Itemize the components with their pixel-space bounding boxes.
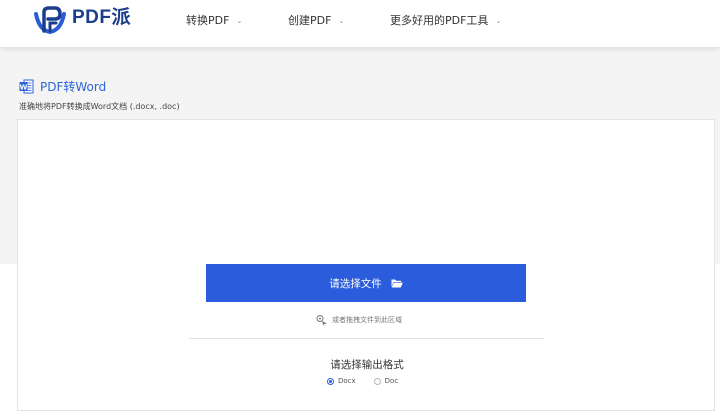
top-header: PDF派 转换PDF ⌄ 创建PDF ⌄ 更多好用的PDF工具 ⌄ xyxy=(0,0,720,47)
nav-create-pdf[interactable]: 创建PDF ⌄ xyxy=(288,12,344,28)
drag-drop-hint: 或者拖拽文件到此区域 xyxy=(316,314,402,326)
pdfpai-logo-icon xyxy=(34,6,66,35)
drag-hand-icon xyxy=(316,315,327,326)
output-format-title: 请选择输出格式 xyxy=(330,359,404,371)
nav-more-tools[interactable]: 更多好用的PDF工具 ⌄ xyxy=(390,12,501,28)
section-divider xyxy=(189,338,544,339)
page-title-row: W PDF转Word xyxy=(19,78,106,95)
chevron-down-icon: ⌄ xyxy=(236,17,243,25)
word-doc-icon: W xyxy=(19,79,34,94)
nav-convert-pdf-label: 转换PDF xyxy=(186,14,230,27)
radio-unselected-icon[interactable] xyxy=(373,377,381,385)
format-option-doc-label: Doc xyxy=(384,377,399,385)
radio-selected-icon[interactable] xyxy=(327,377,334,385)
brand-logo[interactable]: PDF派 xyxy=(33,5,131,35)
drag-hint-label: 或者拖拽文件到此区域 xyxy=(332,316,402,324)
select-file-label: 请选择文件 xyxy=(329,277,382,290)
page-subtitle: 准确地将PDF转换成Word文档 (.docx, .doc) xyxy=(19,102,180,111)
output-format-options: Docx Doc xyxy=(327,377,398,385)
format-option-docx-label: Docx xyxy=(338,377,356,385)
brand-name: PDF派 xyxy=(72,6,132,28)
folder-open-icon xyxy=(391,279,403,288)
chevron-down-icon: ⌄ xyxy=(338,17,345,25)
chevron-down-icon: ⌄ xyxy=(495,17,502,25)
page-title: PDF转Word xyxy=(40,80,107,94)
nav-convert-pdf[interactable]: 转换PDF ⌄ xyxy=(186,12,242,28)
nav-create-pdf-label: 创建PDF xyxy=(288,14,332,27)
svg-text:W: W xyxy=(20,83,28,91)
select-file-button[interactable]: 请选择文件 xyxy=(206,264,526,302)
nav-more-tools-label: 更多好用的PDF工具 xyxy=(390,14,489,27)
format-option-doc[interactable]: Doc xyxy=(373,377,399,385)
format-option-docx[interactable]: Docx xyxy=(327,377,356,385)
